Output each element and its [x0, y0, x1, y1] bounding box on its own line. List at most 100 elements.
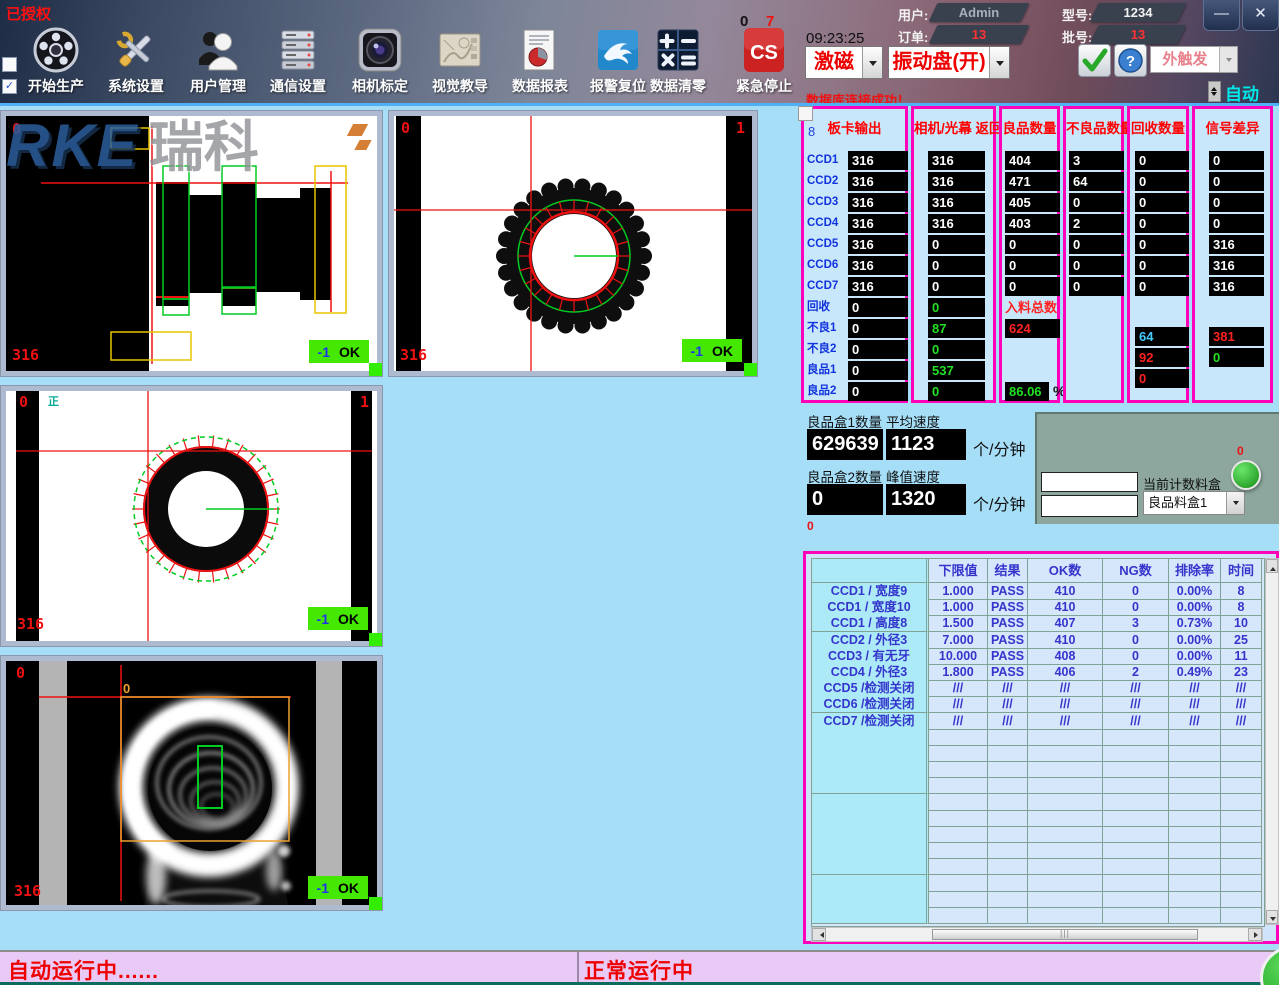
user-label: 用户:	[898, 5, 928, 24]
tray-dropdown[interactable]: 良品料盒1	[1143, 491, 1245, 515]
question-icon: ?	[1115, 45, 1146, 76]
results-cell: ///	[988, 680, 1028, 697]
resize-grip[interactable]	[744, 363, 757, 376]
data-clear-button[interactable]: 数据清零	[637, 26, 719, 96]
vertical-scrollbar[interactable]	[1265, 558, 1279, 925]
vibrator-dropdown[interactable]: 振动盘(开)	[888, 46, 1010, 79]
results-cell: ///	[1169, 696, 1221, 713]
results-cell	[1028, 891, 1103, 908]
confirm-button[interactable]	[1078, 44, 1111, 77]
results-cell: ///	[1221, 696, 1262, 713]
resize-grip[interactable]	[369, 897, 382, 910]
chevron-down-icon[interactable]	[1226, 492, 1244, 514]
results-cell: ///	[1028, 713, 1103, 730]
result-value: -1	[317, 611, 329, 627]
data-report-button[interactable]: 数据报表	[499, 26, 581, 96]
results-cell	[1169, 826, 1221, 843]
speed-unit: 个/分钟	[973, 491, 1025, 515]
scroll-up-button[interactable]	[1266, 559, 1278, 573]
roi-label: 0	[123, 681, 130, 696]
status-left: 自动运行中......	[8, 955, 159, 985]
chevron-down-icon[interactable]	[989, 47, 1009, 78]
close-button[interactable]: ✕	[1242, 0, 1279, 31]
stats-value: 316	[1209, 256, 1264, 275]
peak-speed-label: 峰值速度	[886, 466, 940, 486]
user-field[interactable]: Admin	[929, 3, 1030, 22]
results-row-name[interactable]: CCD1 / 宽度10	[812, 599, 929, 616]
inspection-overlay	[6, 661, 377, 905]
resize-grip[interactable]	[369, 363, 382, 376]
model-field[interactable]: 1234	[1090, 3, 1187, 22]
horizontal-scrollbar[interactable]	[811, 927, 1263, 942]
spin-up-icon[interactable]	[1211, 84, 1217, 91]
user-management-button[interactable]: 用户管理	[177, 26, 259, 96]
excite-dropdown[interactable]: 激磁	[805, 46, 883, 79]
results-row-name[interactable]: CCD6 /检测关闭	[812, 696, 929, 713]
batch-field[interactable]: 13	[1090, 25, 1187, 44]
chevron-down-icon[interactable]	[862, 47, 882, 78]
scroll-right-button[interactable]	[1248, 928, 1262, 941]
results-cell: 0.00%	[1169, 599, 1221, 616]
stats-column-header: 不良品数量	[1066, 109, 1121, 145]
camera-calibration-button[interactable]: 相机标定	[339, 26, 421, 96]
auto-spinner[interactable]	[1208, 81, 1221, 102]
camera-view-2[interactable]: 0 1 316 -1OK	[388, 110, 758, 377]
results-cell: 0	[1103, 648, 1169, 665]
minimize-button[interactable]: —	[1203, 0, 1240, 31]
scroll-left-button[interactable]	[812, 928, 826, 941]
vision-teach-button[interactable]: 视觉教导	[419, 26, 501, 96]
results-cell	[929, 810, 988, 827]
system-settings-button[interactable]: 系统设置	[95, 26, 177, 96]
results-cell	[1169, 842, 1221, 859]
results-row-name[interactable]: CCD3 / 有无牙	[812, 648, 929, 665]
results-cell: 1.500	[929, 615, 988, 632]
stats-value: 0	[1135, 369, 1189, 388]
chevron-down-icon[interactable]	[1219, 47, 1237, 72]
scrollbar-thumb[interactable]	[932, 929, 1198, 940]
results-cell	[1221, 761, 1262, 778]
spin-down-icon[interactable]	[1211, 92, 1217, 99]
results-row-name	[812, 842, 929, 859]
results-cell: ///	[929, 680, 988, 697]
camera-view-4[interactable]: 0 0 316 -1OK	[0, 655, 383, 911]
stats-row-label: CCD1	[807, 151, 847, 170]
results-row-name[interactable]: CCD7 /检测关闭	[812, 713, 929, 730]
results-row-name	[812, 826, 929, 843]
stats-row-label: 良品2	[807, 382, 847, 401]
results-cell	[929, 826, 988, 843]
results-row-name[interactable]: CCD1 / 宽度9	[812, 583, 929, 600]
stats-value: 0	[1209, 193, 1264, 212]
stats-value: 0	[1135, 235, 1189, 254]
results-header: 时间	[1221, 559, 1262, 583]
camera-view-1[interactable]: 0 316 -1OK	[0, 110, 383, 377]
swirl-icon	[594, 26, 642, 74]
results-row-name[interactable]: CCD4 / 外径3	[812, 664, 929, 681]
counting-input-1[interactable]	[1041, 472, 1138, 492]
stats-checkbox[interactable]	[798, 106, 813, 121]
order-field[interactable]: 13	[929, 25, 1030, 44]
results-row-name	[812, 745, 929, 762]
tools-icon	[112, 26, 160, 74]
results-row-name[interactable]: CCD5 /检测关闭	[812, 680, 929, 697]
results-row-name[interactable]: CCD1 / 高度8	[812, 615, 929, 632]
camera-view-3[interactable]: 0 正 1 316 -1OK	[0, 385, 383, 647]
trigger-dropdown[interactable]: 外触发	[1150, 46, 1238, 73]
scroll-down-button[interactable]	[1266, 910, 1278, 924]
results-cell	[1103, 729, 1169, 746]
result-value: -1	[317, 880, 329, 896]
results-cell	[929, 729, 988, 746]
stats-value: 0	[1069, 193, 1124, 212]
server-icon	[274, 26, 322, 74]
results-cell	[929, 858, 988, 875]
results-cell: 410	[1028, 632, 1103, 649]
counting-input-2[interactable]	[1041, 495, 1138, 517]
resize-grip[interactable]	[369, 633, 382, 646]
start-production-button[interactable]: 开始生产	[15, 26, 97, 96]
box2-count-value: 0	[807, 484, 883, 515]
stats-value: 316	[928, 151, 985, 170]
emergency-stop-button[interactable]: CS 紧急停止	[723, 26, 805, 96]
results-row-name[interactable]: CCD2 / 外径3	[812, 632, 929, 649]
communication-settings-button[interactable]: 通信设置	[257, 26, 339, 96]
results-cell: ///	[929, 696, 988, 713]
help-button[interactable]: ?	[1114, 44, 1147, 77]
